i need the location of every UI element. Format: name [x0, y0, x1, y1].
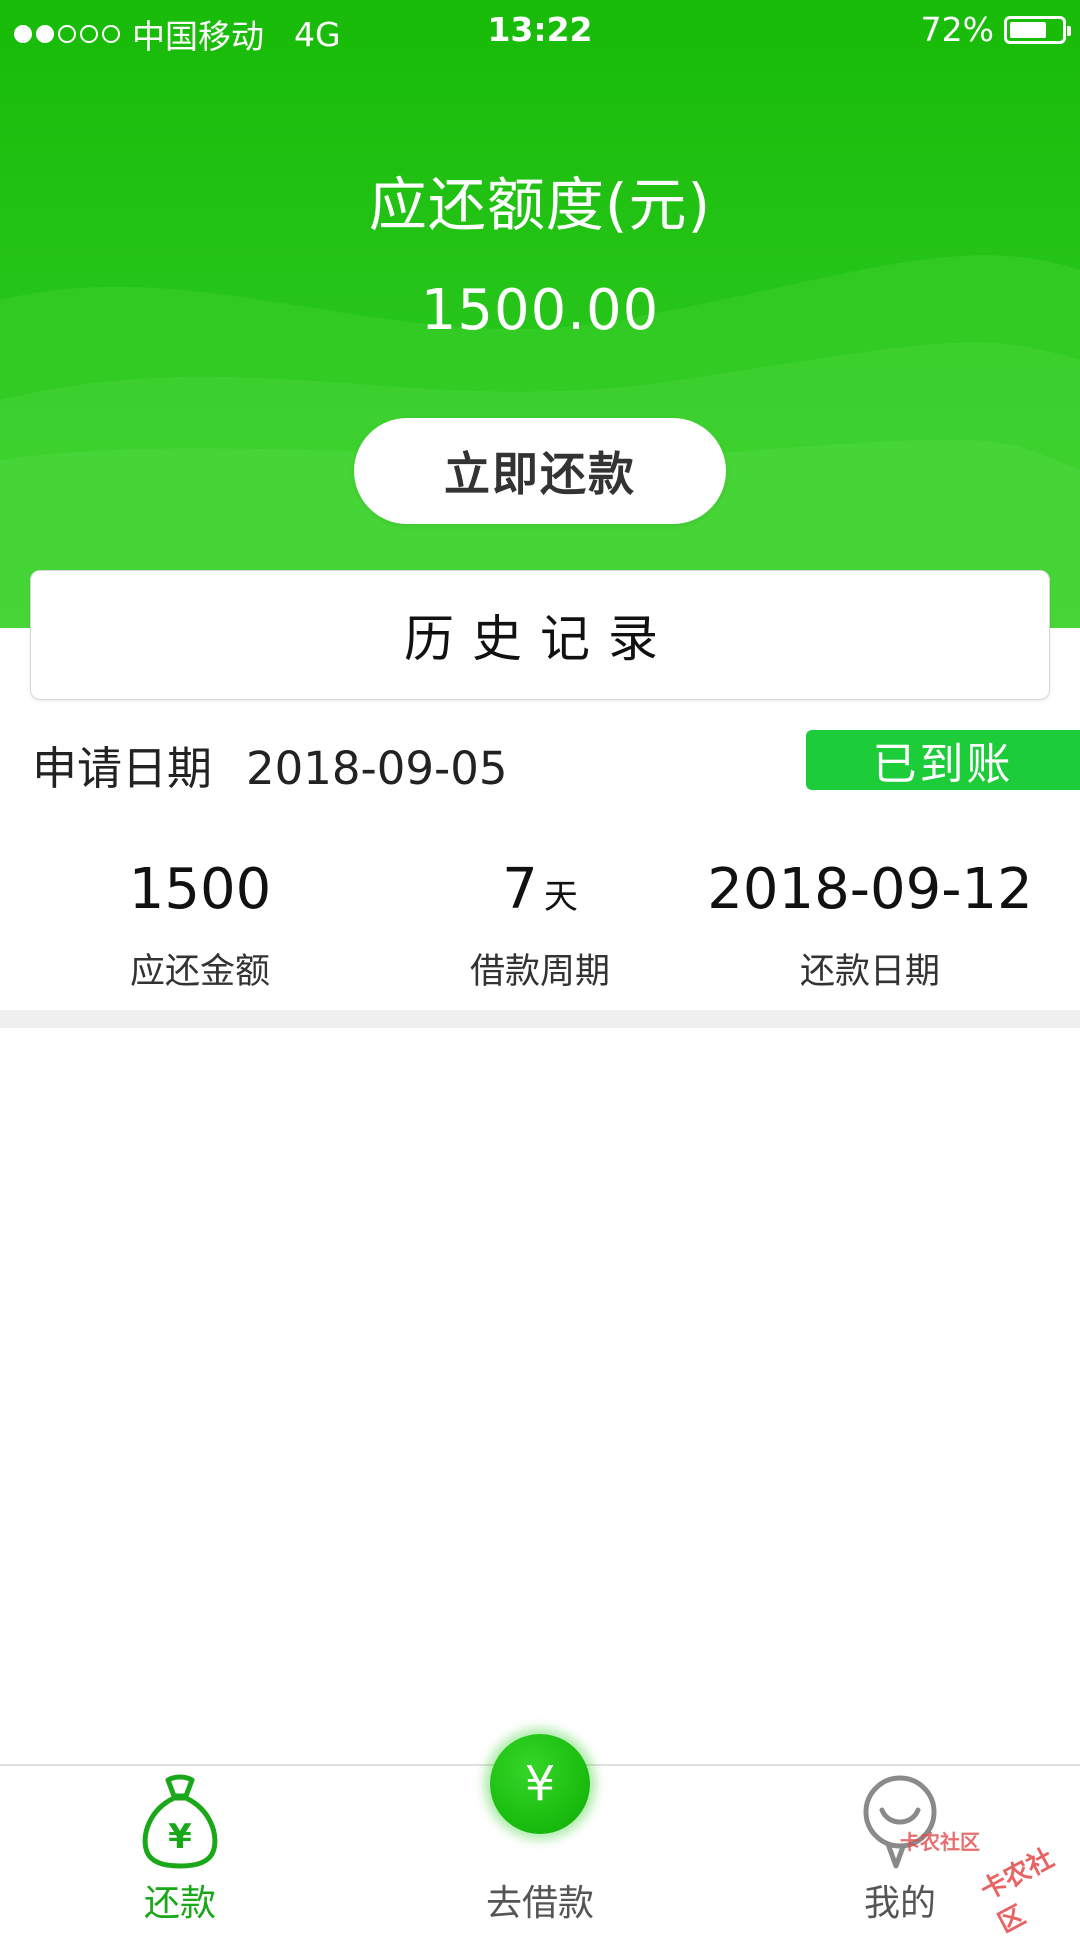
battery-percentage: 72%: [920, 10, 994, 49]
borrow-yen-button[interactable]: ¥: [490, 1734, 590, 1834]
stat-label: 还款日期: [799, 952, 940, 992]
apply-date-label: 申请日期: [32, 742, 213, 795]
money-bag-icon: ¥: [142, 1774, 218, 1869]
yen-glyph: ¥: [168, 1817, 192, 1857]
battery-icon: [1004, 15, 1071, 44]
stat-label: 借款周期: [469, 952, 610, 992]
yen-icon: ¥: [524, 1756, 556, 1812]
section-divider: [0, 1010, 1080, 1028]
stat-unit: 天: [543, 877, 578, 917]
amount-due-value: 1500.00: [420, 278, 660, 343]
stat-value: 2018-09-12: [700, 855, 1040, 925]
repay-now-button[interactable]: 立即还款: [354, 418, 726, 524]
stat-number: 1500: [128, 857, 272, 922]
record-stats: 1500 应还金额 7天 借款周期 2018-09-12 还款日期: [0, 855, 1080, 992]
stat-amount-due: 1500 应还金额: [30, 855, 370, 994]
stat-label: 应还金额: [129, 952, 270, 992]
stat-loan-period: 7天 借款周期: [370, 855, 710, 994]
history-records-card[interactable]: 历史记录: [30, 570, 1050, 700]
amount-due-title: 应还额度(元): [368, 171, 712, 239]
status-bar: 中国移动 4G 13:22 72%: [0, 0, 1080, 58]
stat-number: 7: [502, 857, 538, 922]
stat-number: 2018-09-12: [707, 857, 1033, 922]
stat-repay-date: 2018-09-12 还款日期: [700, 855, 1040, 994]
stat-value: 7天: [370, 855, 710, 925]
tab-repay-label: 还款: [143, 1883, 216, 1924]
hero-banner: 中国移动 4G 13:22 72% 应还额度(元) 1500.00 立即还款: [0, 0, 1080, 628]
tab-borrow-label: 去借款: [485, 1883, 594, 1924]
apply-date-value: 2018-09-05: [246, 742, 508, 795]
status-badge: 已到账: [806, 730, 1080, 790]
record-apply-date: 申请日期 2018-09-05: [32, 732, 508, 797]
tab-repay[interactable]: ¥ 还款: [50, 1766, 310, 1924]
battery-fill: [1010, 21, 1046, 38]
stat-value: 1500: [30, 855, 370, 925]
status-right: 72%: [920, 10, 1071, 49]
status-time: 13:22: [487, 10, 593, 49]
